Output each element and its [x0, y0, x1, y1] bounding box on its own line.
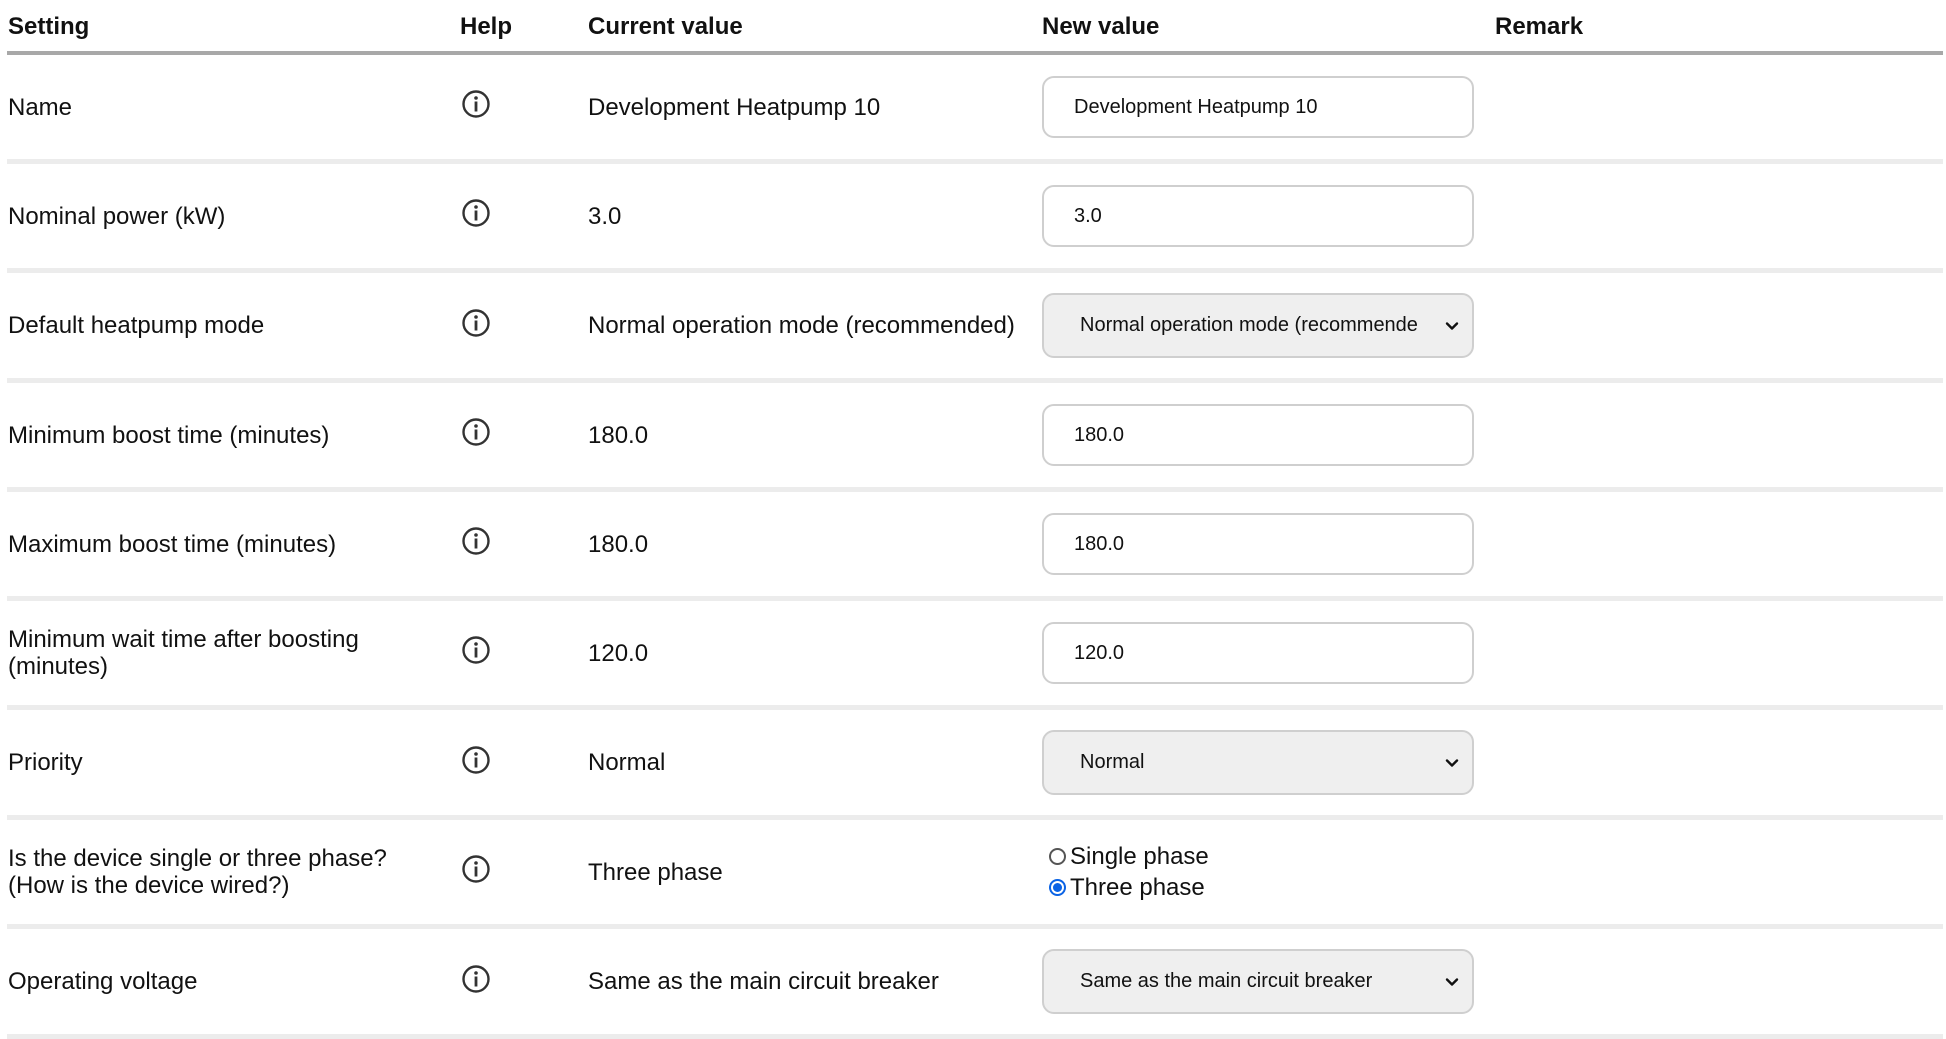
- info-icon[interactable]: [461, 417, 491, 447]
- setting-label: Maximum boost time (minutes): [8, 530, 337, 558]
- priority-select[interactable]: Normal: [1042, 730, 1474, 795]
- setting-label: Name: [8, 93, 73, 121]
- select-value: Same as the main circuit breaker: [1080, 970, 1373, 992]
- table-row: Operating voltage Same as the main circu…: [7, 929, 1943, 1039]
- current-value: Development Heatpump 10: [588, 93, 881, 121]
- table-header: Setting Help Current value New value Rem…: [7, 0, 1943, 55]
- radio-button[interactable]: [1049, 879, 1066, 896]
- setting-label-line: Is the device single or three phase?: [8, 845, 387, 872]
- radio-single-phase[interactable]: Single phase: [1049, 841, 1495, 872]
- info-icon[interactable]: [461, 526, 491, 556]
- table-row: Name Development Heatpump 10: [7, 55, 1943, 164]
- phase-radio-group: Single phase Three phase: [1042, 841, 1495, 903]
- current-value: 180.0: [588, 421, 649, 449]
- heatpump-mode-select[interactable]: Normal operation mode (recommende: [1042, 293, 1474, 358]
- info-icon[interactable]: [461, 308, 491, 338]
- info-icon[interactable]: [461, 198, 491, 228]
- setting-label: Operating voltage: [8, 968, 198, 995]
- current-value: 180.0: [588, 530, 649, 558]
- name-input[interactable]: [1042, 76, 1474, 138]
- operating-voltage-select[interactable]: Same as the main circuit breaker: [1042, 949, 1474, 1014]
- select-value: Normal: [1080, 751, 1145, 773]
- select-value: Normal operation mode (recommende: [1080, 314, 1418, 336]
- header-current-value: Current value: [588, 13, 743, 40]
- header-help: Help: [460, 13, 513, 40]
- info-icon[interactable]: [461, 89, 491, 119]
- setting-label-line: (minutes): [8, 653, 109, 680]
- current-value: Normal: [588, 749, 666, 776]
- setting-label-line: Minimum wait time after boosting: [8, 626, 359, 653]
- radio-button[interactable]: [1049, 848, 1066, 865]
- current-value: Normal operation mode (recommended): [588, 312, 1015, 339]
- info-icon[interactable]: [461, 854, 491, 884]
- current-value: 3.0: [588, 202, 622, 230]
- info-icon[interactable]: [461, 964, 491, 994]
- chevron-down-icon: [1445, 321, 1459, 330]
- table-row: Default heatpump mode Normal operation m…: [7, 273, 1943, 383]
- table-row: Minimum boost time (minutes) 180.0: [7, 383, 1943, 492]
- header-remark: Remark: [1495, 13, 1584, 40]
- current-value: Same as the main circuit breaker: [588, 968, 939, 995]
- table-row: Nominal power (kW) 3.0: [7, 164, 1943, 273]
- setting-label: Default heatpump mode: [8, 312, 265, 339]
- header-new-value: New value: [1042, 13, 1160, 40]
- radio-label[interactable]: Three phase: [1070, 874, 1205, 901]
- chevron-down-icon: [1445, 977, 1459, 986]
- setting-label: Is the device single or three phase? (Ho…: [7, 845, 460, 899]
- header-setting: Setting: [8, 13, 90, 40]
- table-row: Priority Normal Normal: [7, 710, 1943, 820]
- setting-label: Nominal power (kW): [8, 202, 226, 230]
- setting-label: Minimum wait time after boosting (minute…: [7, 626, 460, 680]
- setting-label: Minimum boost time (minutes): [8, 421, 330, 449]
- radio-label[interactable]: Single phase: [1070, 843, 1209, 870]
- setting-label-line: (How is the device wired?): [8, 872, 290, 899]
- setting-label: Priority: [8, 749, 83, 776]
- chevron-down-icon: [1445, 758, 1459, 767]
- current-value: Three phase: [588, 858, 723, 886]
- min-wait-time-input[interactable]: [1042, 622, 1474, 684]
- settings-table: Setting Help Current value New value Rem…: [7, 0, 1943, 1039]
- min-boost-time-input[interactable]: [1042, 404, 1474, 466]
- current-value: 120.0: [588, 639, 649, 667]
- info-icon[interactable]: [461, 635, 491, 665]
- max-boost-time-input[interactable]: [1042, 513, 1474, 575]
- info-icon[interactable]: [461, 745, 491, 775]
- radio-three-phase[interactable]: Three phase: [1049, 872, 1495, 903]
- table-row: Minimum wait time after boosting (minute…: [7, 601, 1943, 710]
- table-row: Is the device single or three phase? (Ho…: [7, 820, 1943, 929]
- nominal-power-input[interactable]: [1042, 185, 1474, 247]
- table-row: Maximum boost time (minutes) 180.0: [7, 492, 1943, 601]
